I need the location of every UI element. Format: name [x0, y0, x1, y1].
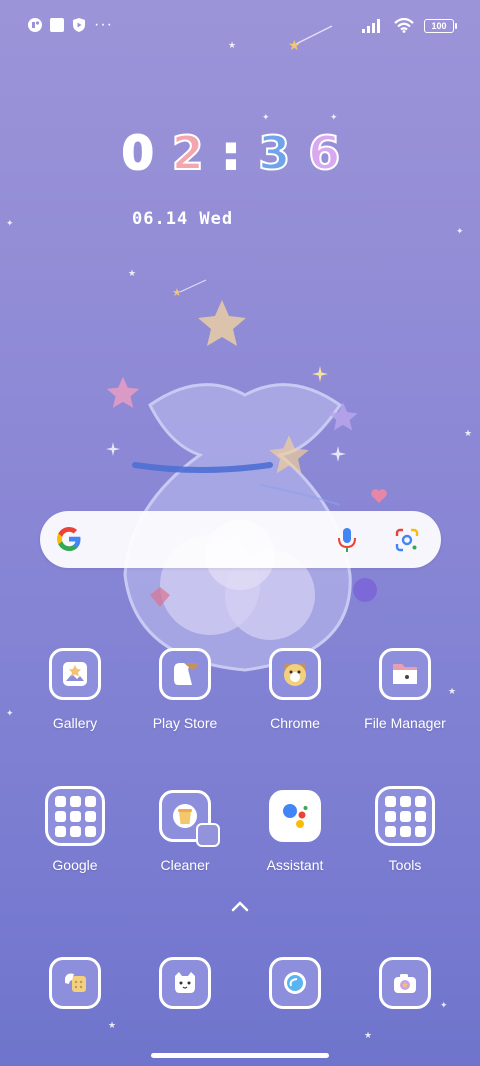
voice-search-icon[interactable]: [336, 526, 358, 554]
dock-browser[interactable]: [240, 957, 350, 1009]
clock-hour-tens: 0: [121, 125, 172, 181]
shooting-star-icon: ★: [288, 25, 333, 52]
dock-camera[interactable]: [350, 957, 460, 1009]
sparkle-star-icon: ✦: [262, 112, 270, 122]
folder-tools[interactable]: Tools: [350, 786, 460, 873]
google-search-bar[interactable]: [40, 511, 441, 568]
assistant-icon: [269, 790, 321, 842]
sparkle-star-icon: ✦: [6, 708, 14, 718]
folder-preview-grid: [54, 795, 96, 837]
pastel-star-icon: [269, 435, 309, 474]
battery-indicator: 100: [424, 18, 457, 33]
clock-hour-units: 2: [171, 125, 222, 181]
clock-minute-units: 6: [307, 125, 359, 181]
sparkle-icon: [312, 366, 328, 382]
google-lens-icon[interactable]: [394, 527, 420, 553]
play-store-icon: [159, 648, 211, 700]
home-indicator[interactable]: [151, 1053, 329, 1058]
shooting-star-icon: ★: [172, 279, 207, 298]
dock-messages[interactable]: [130, 957, 240, 1009]
app-file-manager[interactable]: File Manager: [350, 648, 460, 731]
sparkle-star-icon: ★: [364, 1030, 373, 1040]
app-chrome[interactable]: Chrome: [240, 648, 350, 731]
google-folder-icon: [45, 786, 105, 846]
folder-label: Google: [52, 857, 98, 873]
sparkle-icon: [106, 442, 120, 456]
wifi-icon: [394, 18, 414, 33]
app-play-store[interactable]: Play Store: [130, 648, 240, 731]
app-notification-icon: [28, 18, 42, 32]
app-label: Cleaner: [160, 857, 210, 873]
heart-icon: [371, 489, 387, 503]
signal-icon: [362, 18, 380, 33]
cleaner-icon: [159, 790, 220, 847]
sparkle-star-icon: ★: [464, 428, 473, 438]
sparkle-star-icon: ★: [128, 268, 137, 278]
messages-icon: [159, 957, 211, 1009]
work-profile-badge-icon: [196, 823, 220, 847]
app-label: Gallery: [52, 715, 98, 731]
chrome-icon: [269, 648, 321, 700]
pastel-star-icon: [106, 376, 140, 408]
sparkle-star-icon: ★: [228, 40, 237, 50]
pastel-star-icon: [328, 402, 358, 431]
status-bar-right: 100: [362, 18, 457, 33]
square-notification-icon: [50, 18, 64, 32]
sparkle-star-icon: ★: [108, 1020, 117, 1030]
app-cleaner[interactable]: Cleaner: [130, 790, 240, 873]
app-label: Play Store: [152, 715, 218, 731]
folder-label: Tools: [388, 857, 422, 873]
app-label: Chrome: [270, 715, 320, 731]
google-g-icon: [57, 527, 81, 551]
phone-icon: [49, 957, 101, 1009]
shield-play-icon: [73, 18, 85, 32]
dock-phone[interactable]: [20, 957, 130, 1009]
camera-icon: [379, 957, 431, 1009]
sparkle-star-icon: ✦: [6, 218, 14, 228]
status-bar-left: ···: [28, 16, 113, 33]
file-manager-icon: [379, 648, 431, 700]
clock-minute-tens: 3: [257, 125, 309, 181]
tools-folder-icon: [375, 786, 435, 846]
clock-separator: :: [221, 125, 259, 181]
app-label: File Manager: [364, 715, 446, 731]
folder-google[interactable]: Google: [20, 786, 130, 873]
svg-text:★: ★: [288, 38, 301, 52]
folder-preview-grid: [384, 795, 426, 837]
clock-widget[interactable]: 02:36: [0, 125, 480, 181]
svg-text:★: ★: [172, 286, 182, 298]
date-label[interactable]: 06.14 Wed: [132, 209, 233, 229]
more-notifications-indicator: ···: [94, 16, 113, 33]
browser-icon: [269, 957, 321, 1009]
sparkle-icon: [330, 446, 346, 462]
sparkle-star-icon: ✦: [330, 112, 338, 122]
app-label: Assistant: [266, 857, 324, 873]
gallery-icon: [49, 648, 101, 700]
app-drawer-chevron-icon[interactable]: [228, 898, 252, 914]
sparkle-star-icon: ✦: [456, 226, 464, 236]
app-gallery[interactable]: Gallery: [20, 648, 130, 731]
pastel-star-icon: [198, 300, 246, 346]
app-assistant[interactable]: Assistant: [240, 790, 350, 873]
